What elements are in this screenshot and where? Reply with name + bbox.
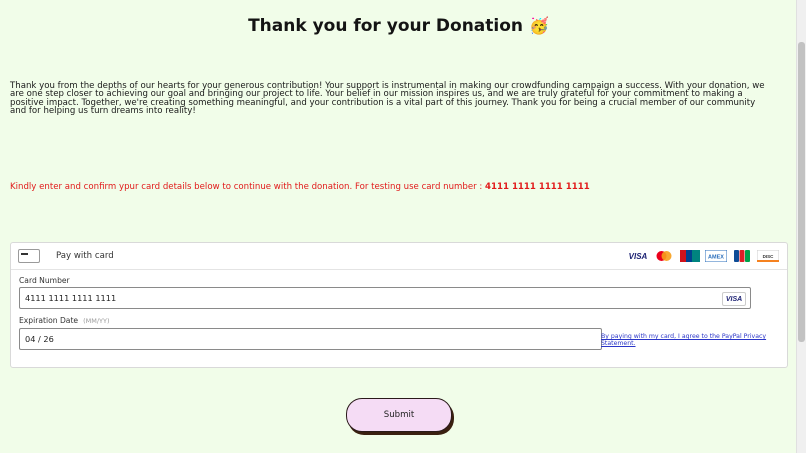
pay-with-card-header: Pay with card VISA AMEX DISC — [11, 243, 787, 270]
amex-icon: AMEX — [705, 250, 727, 262]
visa-icon: VISA — [628, 251, 648, 261]
card-number-input[interactable]: 4111 1111 1111 1111 VISA — [19, 287, 751, 309]
card-payment-panel: Pay with card VISA AMEX DISC Card Number… — [10, 242, 788, 368]
pay-with-card-label: Pay with card — [56, 251, 114, 261]
scrollbar-thumb[interactable] — [798, 42, 805, 342]
submit-button[interactable]: Submit — [346, 398, 452, 432]
notice-text: Kindly enter and confirm ypur card detai… — [10, 182, 486, 192]
page-scrollbar[interactable] — [796, 0, 806, 453]
card-number-label: Card Number — [19, 276, 70, 285]
privacy-statement-link[interactable]: By paying with my card, I agree to the P… — [601, 333, 787, 347]
credit-card-icon — [18, 249, 40, 263]
svg-text:AMEX: AMEX — [708, 255, 724, 261]
expiration-label: Expiration Date (MM/YY) — [19, 316, 110, 325]
jcb-icon — [731, 250, 753, 262]
page-title: Thank you for your Donation 🥳 — [0, 16, 797, 36]
card-brands: VISA AMEX DISC — [627, 250, 779, 262]
unionpay-icon — [679, 250, 701, 262]
donation-page: Thank you for your Donation 🥳 Thank you f… — [0, 0, 797, 453]
visa-badge-icon: VISA — [722, 292, 746, 306]
test-card-number: 4111 1111 1111 1111 — [485, 182, 590, 192]
expiration-input[interactable]: 04 / 26 — [19, 328, 602, 350]
svg-text:DISC: DISC — [763, 254, 775, 259]
expiration-value: 04 / 26 — [25, 334, 54, 344]
title-text: Thank you for your Donation — [248, 16, 523, 36]
expiration-label-text: Expiration Date — [19, 316, 79, 325]
card-notice: Kindly enter and confirm ypur card detai… — [10, 182, 590, 192]
thank-you-message: Thank you from the depths of our hearts … — [10, 81, 765, 117]
party-emoji-icon: 🥳 — [529, 16, 549, 35]
expiration-hint: (MM/YY) — [83, 317, 110, 325]
discover-icon: DISC — [757, 250, 779, 262]
card-number-value: 4111 1111 1111 1111 — [25, 293, 117, 303]
mastercard-icon — [653, 250, 675, 262]
